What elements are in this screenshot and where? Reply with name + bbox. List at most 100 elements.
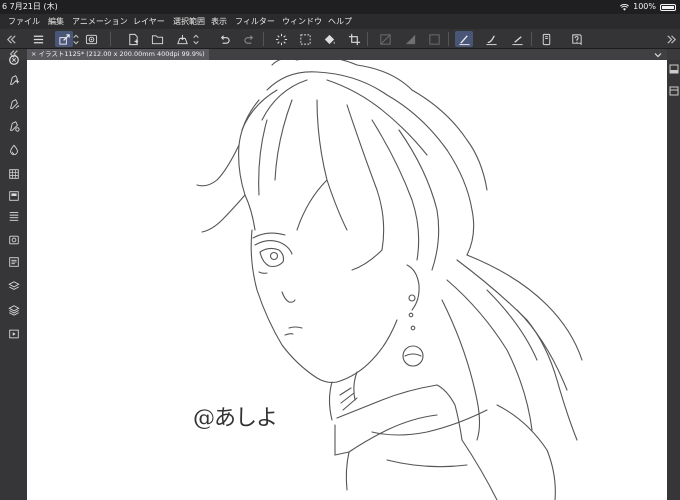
pen-nib-icon: [10, 75, 20, 85]
pen-line-icon: [511, 35, 523, 45]
toolbar-separator: [110, 32, 111, 46]
panel-icon[interactable]: [669, 86, 679, 96]
help-button[interactable]: [567, 31, 585, 47]
navigator-icon: [9, 235, 19, 245]
help-question-icon: [571, 33, 582, 45]
new-document-icon: [128, 33, 138, 45]
chevron-down-icon: [654, 52, 662, 57]
stabilizer-mid-button[interactable]: [482, 31, 500, 47]
menu-window[interactable]: ウィンドウ: [282, 14, 322, 29]
selection-border-button[interactable]: [425, 31, 443, 47]
crop-button[interactable]: [345, 31, 363, 47]
menu-animation[interactable]: アニメーション: [72, 14, 128, 29]
sidebar-item-pen-settings[interactable]: [6, 118, 22, 134]
drawing-canvas[interactable]: @あしよ: [27, 60, 667, 500]
fill-icon: [299, 33, 311, 45]
redo-button[interactable]: [240, 31, 258, 47]
wifi-icon: [620, 3, 630, 11]
transform-crop-icon: [348, 33, 360, 45]
undo-button[interactable]: [215, 31, 233, 47]
ios-status-bar: 6 7月21日 (木) 100%: [0, 0, 680, 14]
fill-button[interactable]: [296, 31, 314, 47]
companion-mode-button[interactable]: [82, 31, 100, 47]
sidebar-item-color-set[interactable]: [6, 166, 22, 182]
stabilizer-high-button[interactable]: [508, 31, 526, 47]
zoom-icon: [9, 55, 19, 65]
double-chevron-right-icon: [666, 34, 676, 44]
menu-selection[interactable]: 選択範囲: [173, 14, 205, 29]
menu-edit[interactable]: 編集: [48, 14, 64, 29]
toolbar-separator: [263, 32, 264, 46]
panel-icon[interactable]: [669, 64, 679, 74]
timeline-icon: [9, 329, 19, 339]
color-grid-icon: [9, 169, 19, 179]
quick-access-button[interactable]: [55, 31, 73, 47]
clear-burst-icon: [275, 33, 287, 45]
droplet-icon: [10, 144, 18, 156]
collapse-right-button[interactable]: [662, 31, 680, 47]
save-button[interactable]: [173, 31, 191, 47]
save-stepper[interactable]: [192, 31, 200, 47]
pen-nib-icon: [10, 99, 20, 109]
quick-access-stepper[interactable]: [72, 31, 80, 47]
folder-icon: [151, 34, 163, 44]
material-icon: [9, 257, 19, 267]
updown-chevron-icon: [193, 34, 199, 44]
undo-icon: [220, 34, 230, 44]
battery-percent: 100%: [633, 2, 656, 11]
sidebar-item-intermediate-color[interactable]: [6, 188, 22, 204]
layers-icon: [8, 281, 20, 290]
sidebar-item-layer-stack[interactable]: [6, 278, 22, 294]
menu-bar: ファイル 編集 アニメーション レイヤー 選択範囲 表示 フィルター ウィンドウ…: [0, 14, 680, 29]
menu-filter[interactable]: フィルター: [235, 14, 275, 29]
pen-stroke-icon: [458, 34, 470, 45]
main-menu-button[interactable]: [29, 31, 47, 47]
sidebar-item-layer-property[interactable]: [6, 208, 22, 224]
status-time: 6 7月21日 (木): [2, 2, 58, 11]
document-tab[interactable]: × イラスト1125* (212.00 x 200.00mm 400dpi 99…: [27, 49, 209, 60]
deselect-button[interactable]: [376, 31, 394, 47]
sidebar-item-navigator[interactable]: [6, 232, 22, 248]
command-bar: [0, 29, 680, 49]
toolbar-separator: [367, 32, 368, 46]
color-slider-icon: [9, 191, 19, 201]
sidebar-item-pen-tool[interactable]: [6, 72, 22, 88]
sidebar-item-color-circle[interactable]: [6, 142, 22, 158]
sidebar-item-material[interactable]: [6, 254, 22, 270]
sidebar-item-pen-sub[interactable]: [6, 96, 22, 112]
artist-signature: @あしよ: [193, 406, 278, 431]
new-file-button[interactable]: [124, 31, 142, 47]
save-icon: [176, 34, 188, 44]
menu-view[interactable]: 表示: [211, 14, 227, 29]
sidebar-item-timeline[interactable]: [6, 326, 22, 342]
sidebar-item-layers[interactable]: [6, 302, 22, 318]
open-file-button[interactable]: [148, 31, 166, 47]
menu-file[interactable]: ファイル: [8, 14, 40, 29]
pen-settings-icon: [10, 121, 20, 132]
invert-selection-icon: [405, 34, 415, 44]
double-chevron-left-icon: [6, 34, 16, 44]
document-tab-bar: × イラスト1125* (212.00 x 200.00mm 400dpi 99…: [27, 49, 667, 60]
deselect-icon: [379, 33, 391, 45]
selection-border-icon: [428, 33, 440, 45]
pen-curve-icon: [485, 34, 497, 45]
quick-access-icon: [58, 33, 70, 45]
updown-chevron-icon: [73, 34, 79, 44]
menu-layer[interactable]: レイヤー: [133, 14, 165, 29]
toolbar-separator: [531, 32, 532, 46]
sidebar-item-zoom[interactable]: [6, 52, 22, 68]
list-settings-icon: [9, 212, 19, 221]
menu-help[interactable]: ヘルプ: [328, 14, 352, 29]
tab-list-button[interactable]: [653, 50, 663, 59]
collapse-left-button[interactable]: [2, 31, 20, 47]
stabilizer-low-button[interactable]: [455, 31, 473, 47]
edge-keyboard-button[interactable]: [537, 31, 555, 47]
hamburger-icon: [33, 35, 43, 43]
battery-icon: [660, 3, 676, 11]
clear-button[interactable]: [272, 31, 290, 47]
paint-bucket-icon: [324, 34, 335, 44]
right-palette-bar: [667, 60, 680, 500]
invert-selection-button[interactable]: [401, 31, 419, 47]
paint-bucket-button[interactable]: [320, 31, 338, 47]
sketch-drawing: [196, 60, 583, 500]
